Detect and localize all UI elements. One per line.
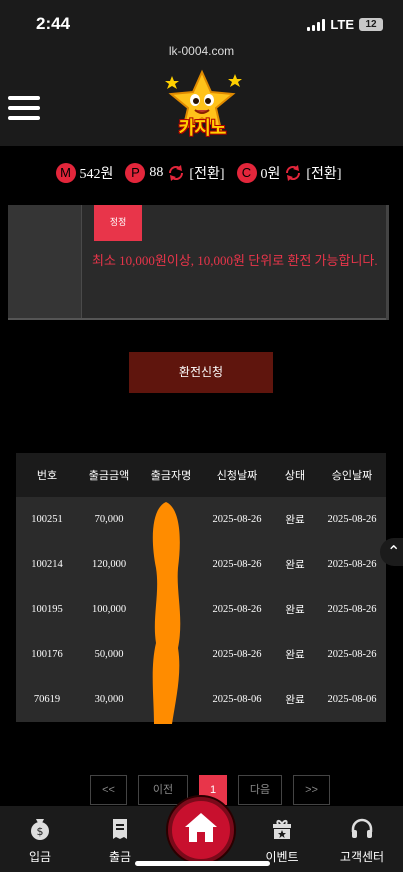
col-header-approval-date: 승인날짜 (331, 469, 373, 482)
cell-number: 100251 (31, 514, 63, 525)
coin-bag-icon: $ (31, 819, 49, 840)
cell-status: 완료 (285, 560, 305, 571)
casino-balance: C 0원 [전환] (236, 163, 341, 183)
casino-convert-link[interactable]: [전환] (306, 163, 341, 183)
signal-icon (307, 18, 326, 31)
cell-request-date: 2025-08-26 (212, 559, 262, 570)
m-value: 542원 (79, 167, 114, 182)
home-button[interactable] (168, 797, 234, 863)
exchange-form-panel: 정정 최소 10,000원이상, 10,000원 단위로 환전 가능합니다. (8, 205, 386, 320)
col-header-name: 출금자명 (150, 469, 192, 482)
table-row: 100214 120,000 2025-08-26 완료 2025-08-26 (16, 542, 386, 587)
p-value: 88 (149, 165, 164, 180)
scroll-top-button[interactable]: ⌃ (380, 538, 403, 566)
site-logo[interactable]: 카지노 (147, 66, 257, 144)
status-indicators: LTE 12 (307, 17, 383, 32)
table-row: 100195 100,000 2025-08-26 완료 2025-08-26 (16, 587, 386, 632)
p-badge: P (125, 163, 146, 183)
exchange-submit-button[interactable]: 환전신청 (129, 352, 273, 393)
cell-amount: 100,000 (91, 604, 127, 615)
nav-withdraw-label: 출금 (108, 850, 132, 864)
cell-number: 100176 (31, 649, 63, 660)
cell-request-date: 2025-08-06 (212, 694, 262, 705)
nav-deposit-label: 입금 (28, 850, 52, 864)
nav-support-label: 고객센터 (339, 850, 385, 864)
nav-event-label: 이벤트 (265, 850, 299, 864)
home-icon (185, 813, 217, 842)
table-row: 100176 50,000 2025-08-26 완료 2025-08-26 (16, 632, 386, 677)
col-header-request-date: 신청날짜 (216, 469, 258, 482)
nav-withdraw[interactable]: 출금 (80, 816, 160, 865)
c-badge: C (236, 163, 257, 183)
cell-amount: 30,000 (94, 694, 124, 705)
table-row: 100251 70,000 2025-08-26 완료 2025-08-26 (16, 497, 386, 542)
withdrawal-history-table: 번호 출금금액 출금자명 신청날짜 상태 승인날짜 100251 70,000 … (16, 453, 386, 722)
cell-status: 완료 (285, 650, 305, 661)
refresh-icon[interactable] (167, 164, 185, 182)
point-balance: P 88 [전환] (125, 163, 225, 183)
cell-request-date: 2025-08-26 (212, 649, 262, 660)
cell-status: 완료 (285, 695, 305, 706)
cell-status: 완료 (285, 605, 305, 616)
next-page-button[interactable]: 다음 (238, 775, 282, 805)
receipt-icon (113, 819, 127, 839)
cell-number: 70619 (33, 694, 61, 705)
url-bar[interactable]: lk-0004.com (0, 44, 403, 60)
refresh-icon[interactable] (284, 164, 302, 182)
cell-approval-date: 2025-08-26 (327, 649, 377, 660)
cell-status: 완료 (285, 515, 305, 526)
prev-page-button[interactable]: 이전 (138, 775, 188, 805)
nav-support[interactable]: 고객센터 (322, 816, 402, 865)
cell-approval-date: 2025-08-26 (327, 514, 377, 525)
cell-amount: 120,000 (91, 559, 127, 570)
cell-number: 100214 (31, 559, 63, 570)
cell-approval-date: 2025-08-26 (327, 559, 377, 570)
c-value: 0원 (260, 167, 281, 182)
last-page-button[interactable]: >> (293, 775, 330, 805)
point-convert-link[interactable]: [전환] (189, 163, 224, 183)
cell-amount: 70,000 (94, 514, 124, 525)
redaction-scribble (152, 502, 181, 724)
cell-approval-date: 2025-08-06 (327, 694, 377, 705)
first-page-button[interactable]: << (90, 775, 127, 805)
gift-icon (273, 820, 291, 839)
col-header-amount: 출금금액 (88, 469, 130, 482)
logo-text: 카지노 (178, 118, 227, 139)
col-header-number: 번호 (36, 469, 58, 482)
edit-button[interactable]: 정정 (94, 205, 142, 241)
status-bar: 2:44 LTE 12 (0, 0, 403, 44)
money-balance: M 542원 (55, 163, 114, 183)
nav-deposit[interactable]: $ 입금 (0, 816, 80, 865)
exchange-notice: 최소 10,000원이상, 10,000원 단위로 환전 가능합니다. (92, 253, 378, 268)
clock: 2:44 (36, 14, 71, 33)
cell-approval-date: 2025-08-26 (327, 604, 377, 615)
cell-request-date: 2025-08-26 (212, 604, 262, 615)
balance-row: M 542원 P 88 [전환] C 0원 [전환] (0, 158, 403, 188)
form-label-column (8, 205, 82, 318)
battery-icon: 12 (359, 18, 383, 31)
network-label: LTE (330, 17, 354, 32)
home-indicator (135, 861, 270, 866)
col-header-status: 상태 (284, 469, 306, 482)
hamburger-icon[interactable] (8, 96, 40, 122)
site-header: 카지노 (0, 60, 403, 146)
cell-request-date: 2025-08-26 (212, 514, 262, 525)
table-row: 70619 30,000 2025-08-06 완료 2025-08-06 (16, 677, 386, 722)
headset-icon (351, 818, 373, 838)
nav-event[interactable]: 이벤트 (242, 816, 322, 865)
svg-text:$: $ (37, 825, 44, 838)
cell-amount: 50,000 (94, 649, 124, 660)
chevron-up-icon: ⌃ (387, 542, 401, 561)
panel-edge (386, 205, 389, 320)
m-badge: M (55, 163, 76, 183)
table-header: 번호 출금금액 출금자명 신청날짜 상태 승인날짜 (16, 453, 386, 497)
cell-number: 100195 (31, 604, 63, 615)
